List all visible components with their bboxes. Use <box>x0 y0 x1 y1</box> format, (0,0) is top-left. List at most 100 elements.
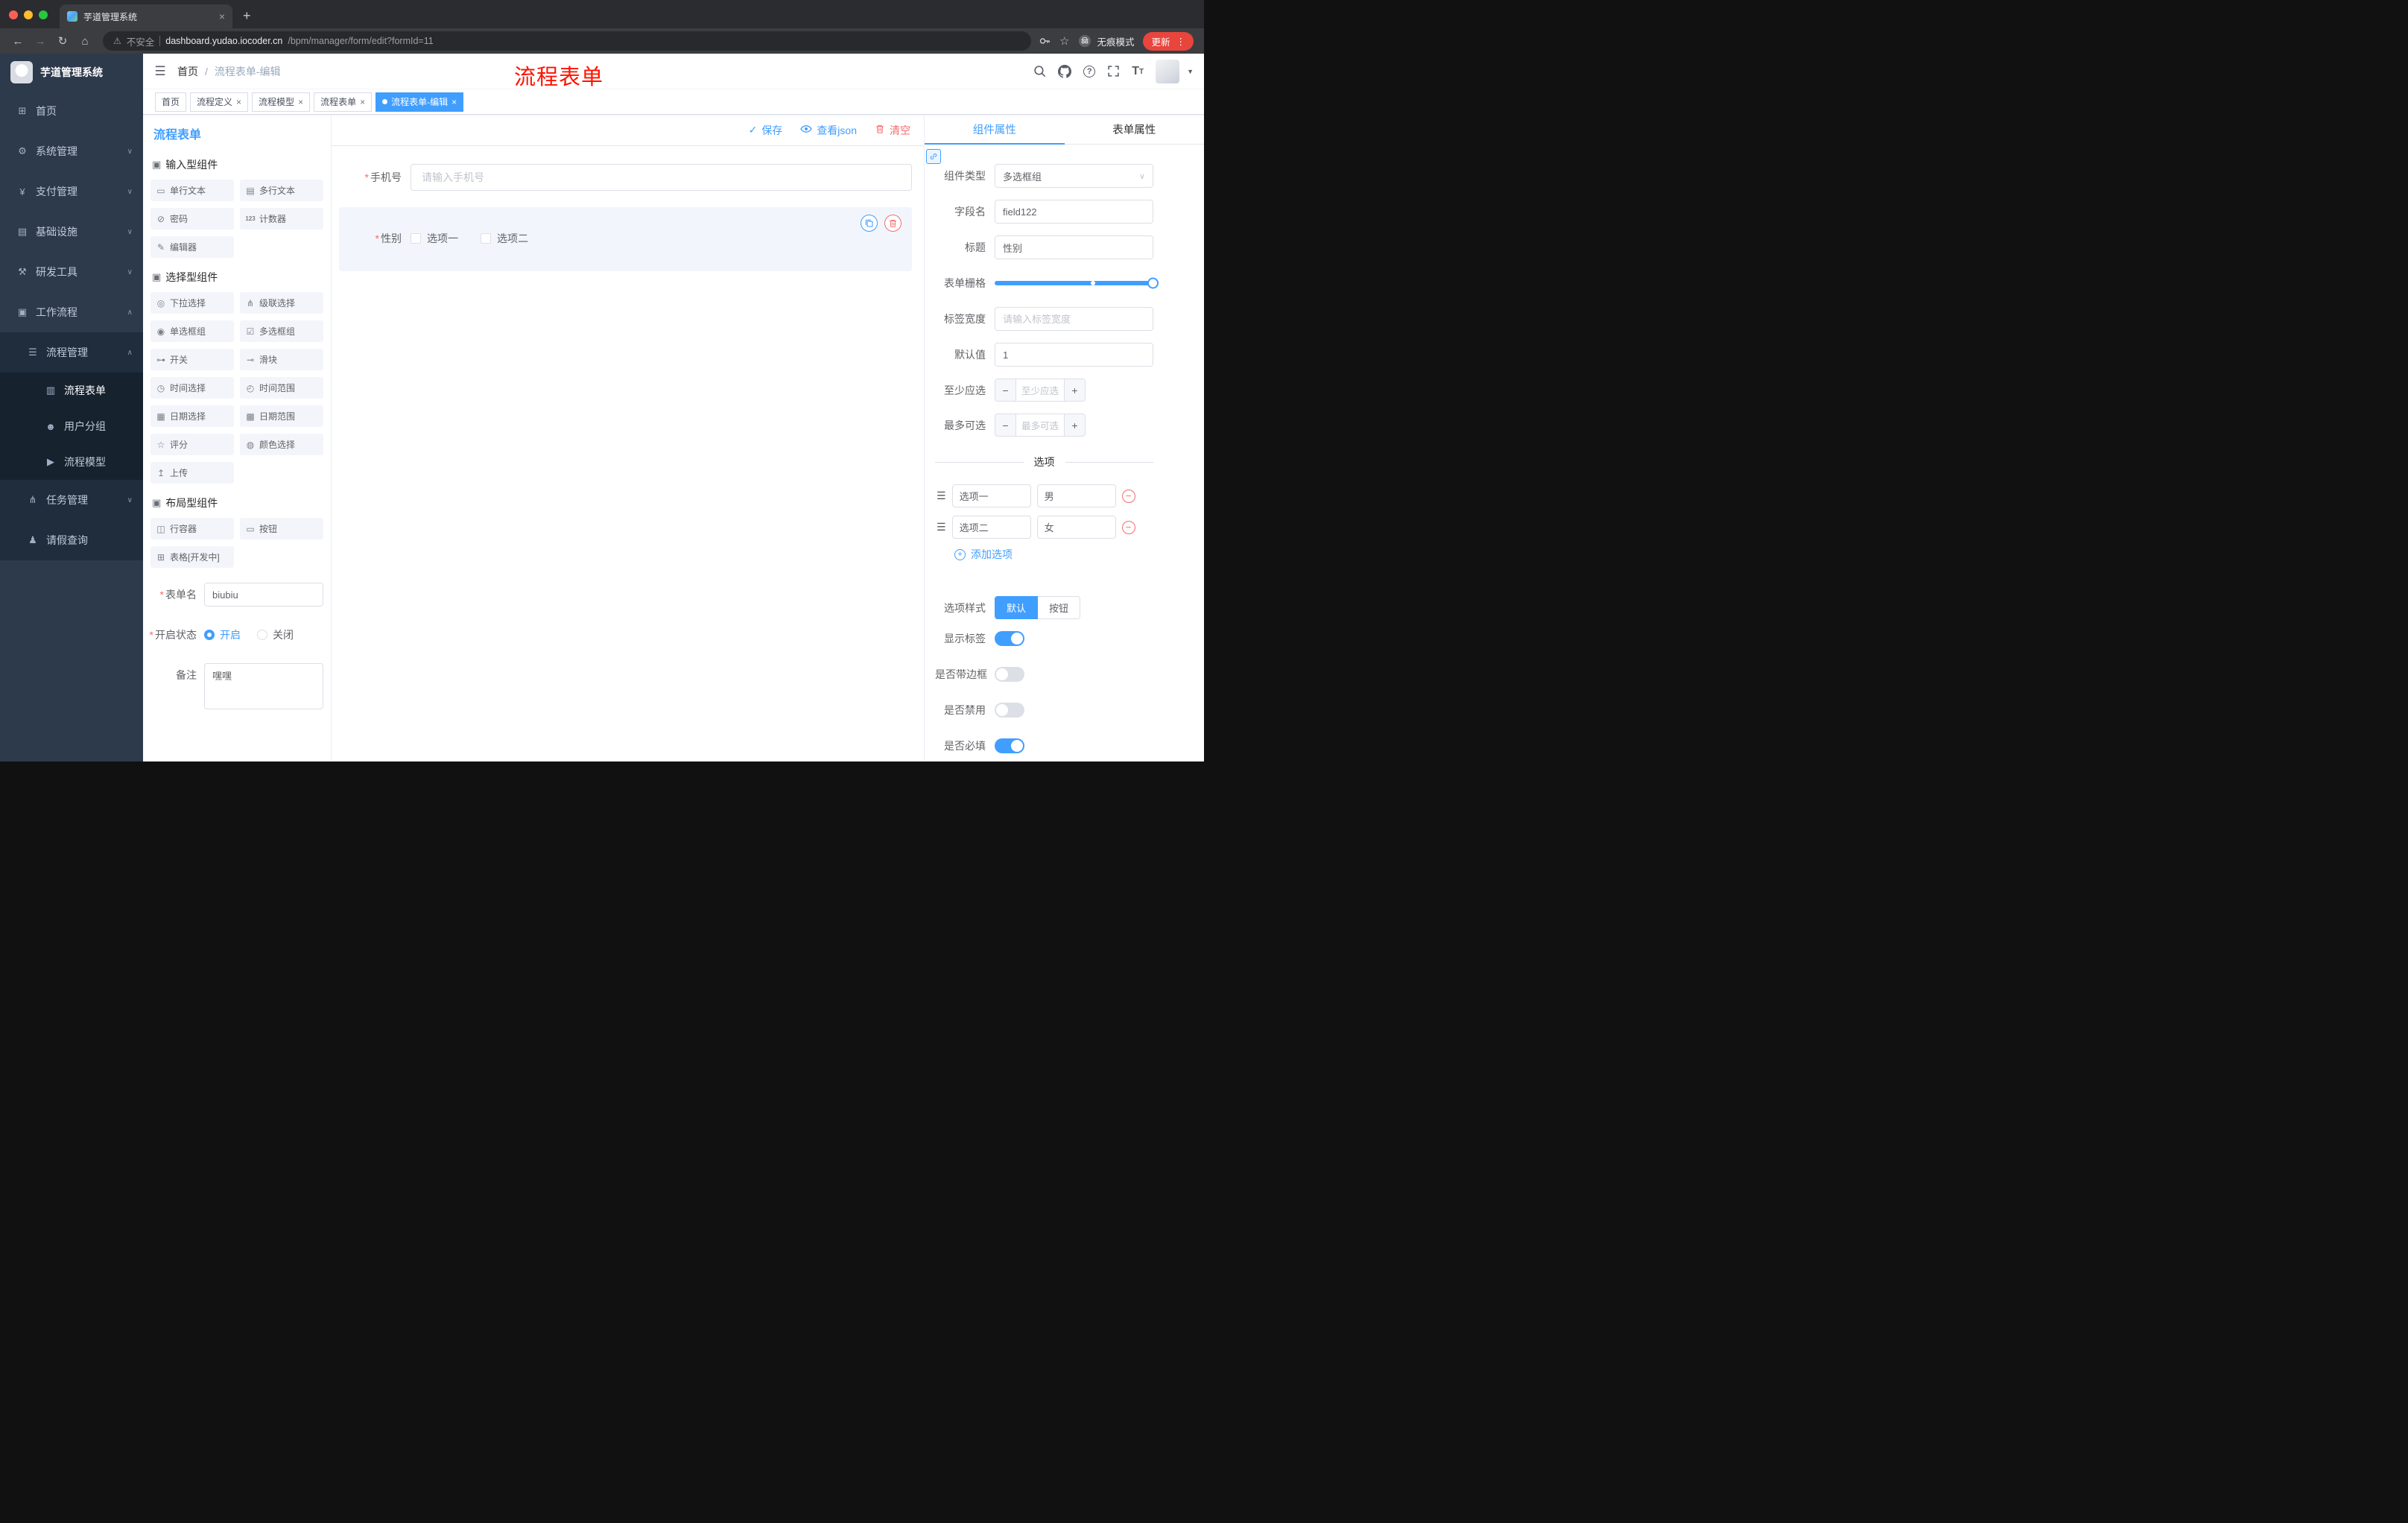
sidebar-item-system[interactable]: ⚙ 系统管理 ∨ <box>0 131 143 171</box>
palette-item-password[interactable]: ⊘ 密码 <box>150 208 234 229</box>
palette-item-slider[interactable]: ⊸ 滑块 <box>240 349 323 370</box>
remove-option-icon[interactable]: − <box>1121 520 1135 534</box>
font-size-icon[interactable]: TT <box>1132 65 1144 77</box>
status-radio-on[interactable]: 开启 <box>204 627 241 642</box>
tag-process-form[interactable]: 流程表单 × <box>314 92 373 112</box>
option-1-name-input[interactable] <box>951 484 1031 507</box>
field-name-input[interactable] <box>995 200 1153 224</box>
palette-item-counter[interactable]: 123 计数器 <box>240 208 323 229</box>
checkbox-box[interactable] <box>411 233 421 244</box>
home-icon[interactable]: ⌂ <box>75 31 95 51</box>
tag-process-form-edit[interactable]: 流程表单-编辑 × <box>376 92 464 112</box>
palette-item-date-picker[interactable]: ▦ 日期选择 <box>150 405 234 427</box>
sidebar-item-workflow[interactable]: ▣ 工作流程 ∧ <box>0 292 143 332</box>
style-default-button[interactable]: 默认 <box>995 596 1039 619</box>
slider-track[interactable] <box>995 277 1159 289</box>
form-name-input[interactable] <box>204 583 323 607</box>
back-icon[interactable]: ← <box>7 31 28 51</box>
palette-item-checkbox-group[interactable]: ☑ 多选框组 <box>240 320 323 342</box>
palette-item-color-picker[interactable]: ◍ 颜色选择 <box>240 434 323 455</box>
decrease-button[interactable]: − <box>995 379 1016 401</box>
sidebar-item-leave-query[interactable]: ♟ 请假查询 <box>0 520 143 560</box>
disabled-toggle[interactable] <box>995 703 1024 718</box>
option-1-value-input[interactable] <box>1036 484 1116 507</box>
save-button[interactable]: ✓ 保存 <box>749 123 783 138</box>
border-toggle[interactable] <box>995 667 1024 682</box>
gender-option-2[interactable]: 选项二 <box>481 231 528 246</box>
breadcrumb-home[interactable]: 首页 <box>177 64 198 79</box>
selected-component-gender[interactable]: * 性别 选项一 选项二 <box>339 207 912 271</box>
palette-item-date-range[interactable]: ▩ 日期范围 <box>240 405 323 427</box>
palette-item-select[interactable]: ◎ 下拉选择 <box>150 292 234 314</box>
close-icon[interactable]: × <box>360 97 365 107</box>
palette-item-table[interactable]: ⊞ 表格[开发中] <box>150 546 234 568</box>
remove-option-icon[interactable]: − <box>1121 489 1135 503</box>
palette-item-editor[interactable]: ✎ 编辑器 <box>150 236 234 258</box>
sidebar-item-devtools[interactable]: ⚒ 研发工具 ∨ <box>0 252 143 292</box>
palette-item-cascader[interactable]: ⋔ 级联选择 <box>240 292 323 314</box>
address-bar[interactable]: ⚠ 不安全 dashboard.yudao.iocoder.cn /bpm/ma… <box>103 31 1032 51</box>
sidebar-item-process-mgmt[interactable]: ☰ 流程管理 ∧ <box>0 332 143 373</box>
search-icon[interactable] <box>1033 65 1046 77</box>
show-label-toggle[interactable] <box>995 631 1024 646</box>
user-avatar[interactable] <box>1156 59 1180 83</box>
tag-home[interactable]: 首页 <box>155 92 187 112</box>
tag-process-definition[interactable]: 流程定义 × <box>190 92 249 112</box>
caret-down-icon[interactable]: ▼ <box>1187 68 1194 75</box>
palette-item-radio-group[interactable]: ◉ 单选框组 <box>150 320 234 342</box>
gender-option-1[interactable]: 选项一 <box>411 231 458 246</box>
close-window-button[interactable] <box>9 10 18 19</box>
component-type-select[interactable]: 多选框组 ∨ <box>995 164 1153 188</box>
add-option-button[interactable]: + 添加选项 <box>954 547 1153 562</box>
palette-item-row-container[interactable]: ◫ 行容器 <box>150 518 234 539</box>
new-tab-button[interactable]: + <box>232 8 262 28</box>
phone-input[interactable] <box>411 164 912 191</box>
reload-icon[interactable]: ↻ <box>52 31 73 51</box>
phone-field-row[interactable]: * 手机号 <box>339 164 912 191</box>
palette-item-switch[interactable]: ⊶ 开关 <box>150 349 234 370</box>
option-2-name-input[interactable] <box>951 516 1031 539</box>
label-width-input[interactable] <box>995 307 1153 331</box>
status-radio-off[interactable]: 关闭 <box>257 627 294 642</box>
palette-item-multi-text[interactable]: ▤ 多行文本 <box>240 180 323 201</box>
palette-item-button[interactable]: ▭ 按钮 <box>240 518 323 539</box>
min-select-value[interactable]: 至少应选 <box>1016 379 1064 401</box>
decrease-button[interactable]: − <box>995 414 1016 436</box>
clear-button[interactable]: 清空 <box>875 123 910 138</box>
drag-handle-icon[interactable]: ☰ <box>937 490 946 502</box>
default-value-input[interactable] <box>995 343 1153 367</box>
remark-textarea[interactable]: 嘿嘿 <box>204 663 323 709</box>
tab-close-icon[interactable]: × <box>219 10 225 22</box>
tag-process-model[interactable]: 流程模型 × <box>252 92 311 112</box>
palette-item-single-text[interactable]: ▭ 单行文本 <box>150 180 234 201</box>
close-icon[interactable]: × <box>236 97 241 107</box>
style-button-button[interactable]: 按钮 <box>1038 596 1081 619</box>
option-2-value-input[interactable] <box>1036 516 1116 539</box>
palette-item-time-range[interactable]: ◴ 时间范围 <box>240 377 323 399</box>
required-toggle[interactable] <box>995 738 1024 753</box>
sidebar-item-process-form[interactable]: ▥ 流程表单 <box>0 373 143 408</box>
minimize-window-button[interactable] <box>24 10 33 19</box>
sidebar-item-user-groups[interactable]: ☻ 用户分组 <box>0 408 143 444</box>
max-select-value[interactable]: 最多可选 <box>1016 414 1064 436</box>
tab-component-props[interactable]: 组件属性 <box>925 115 1065 145</box>
view-json-button[interactable]: 查看json <box>800 123 857 138</box>
palette-item-rate[interactable]: ☆ 评分 <box>150 434 234 455</box>
kebab-menu-icon[interactable]: ⋮ <box>1176 36 1186 47</box>
close-icon[interactable]: × <box>452 97 457 107</box>
hamburger-icon[interactable]: ☰ <box>143 64 177 79</box>
browser-tab[interactable]: 芋道管理系统 × <box>60 4 232 28</box>
increase-button[interactable]: + <box>1064 379 1085 401</box>
slider-handle[interactable] <box>1147 277 1159 289</box>
sidebar-item-payment[interactable]: ¥ 支付管理 ∨ <box>0 171 143 212</box>
delete-component-button[interactable] <box>884 215 902 232</box>
drag-handle-icon[interactable]: ☰ <box>937 521 946 533</box>
forward-icon[interactable]: → <box>30 31 51 51</box>
palette-item-upload[interactable]: ↥ 上传 <box>150 462 234 484</box>
sidebar-item-infrastructure[interactable]: ▤ 基础设施 ∨ <box>0 212 143 252</box>
title-input[interactable] <box>995 235 1153 259</box>
sidebar-item-home[interactable]: ⊞ 首页 <box>0 91 143 131</box>
password-key-icon[interactable] <box>1039 35 1051 47</box>
bookmark-star-icon[interactable]: ☆ <box>1059 34 1069 48</box>
grid-slider[interactable] <box>995 271 1159 295</box>
